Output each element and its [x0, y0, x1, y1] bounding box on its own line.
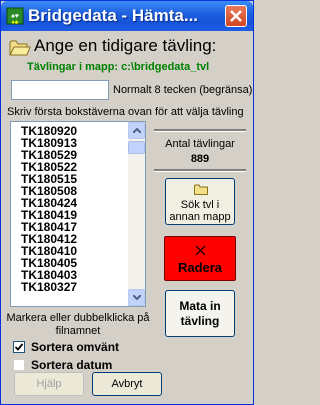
- list-item[interactable]: TK180410: [11, 244, 127, 258]
- list-item[interactable]: TK180920: [11, 124, 127, 138]
- sort-reverse-checkbox[interactable]: [13, 341, 25, 353]
- folder-info: Tävlingar i mapp: c:\bridgedata_tvl: [27, 61, 210, 73]
- list-scrollbar[interactable]: [128, 122, 145, 306]
- instruction-text: Skriv första bokstäverna ovan för att vä…: [7, 106, 244, 118]
- divider: [154, 169, 246, 172]
- delete-button[interactable]: Radera: [164, 236, 236, 281]
- scroll-down-button[interactable]: [128, 289, 145, 306]
- list-item[interactable]: TK180327: [11, 280, 127, 294]
- folder-icon: [194, 182, 208, 200]
- sort-date-label: Sortera datum: [31, 358, 113, 372]
- chevron-up-icon: [133, 128, 141, 133]
- open-folder-icon: [9, 39, 31, 62]
- sort-reverse-label: Sortera omvänt: [31, 340, 120, 354]
- scroll-thumb[interactable]: [128, 141, 145, 154]
- delete-icon: [195, 243, 206, 261]
- competition-list-items: TK180920 TK180913 TK180529 TK180522 TK180515…: [11, 124, 127, 294]
- dialog-window: ♠♥ ♦♣ Bridgedata - Hämta... Ange en tidi…: [0, 0, 254, 405]
- list-item[interactable]: TK180417: [11, 220, 127, 234]
- filter-hint: Normalt 8 tecken (begränsa): [113, 84, 253, 96]
- selection-hint: Markera eller dubbelklicka på filnamnet: [6, 312, 150, 337]
- app-icon: ♠♥ ♦♣: [6, 7, 24, 26]
- scroll-up-button[interactable]: [128, 122, 145, 139]
- title-bar[interactable]: ♠♥ ♦♣ Bridgedata - Hämta...: [1, 1, 253, 31]
- checkmark-icon: [14, 343, 24, 351]
- heading: Ange en tidigare tävling:: [34, 36, 217, 55]
- list-item[interactable]: TK180529: [11, 148, 127, 162]
- competition-list[interactable]: TK180920 TK180913 TK180529 TK180522 TK180515…: [10, 121, 146, 307]
- chevron-down-icon: [133, 295, 141, 300]
- enter-competition-button[interactable]: Mata in tävling: [165, 290, 235, 337]
- cancel-button[interactable]: Avbryt: [92, 372, 162, 396]
- count-value: 889: [190, 153, 210, 165]
- svg-text:♦♣: ♦♣: [12, 20, 19, 25]
- svg-text:♠♥: ♠♥: [11, 13, 19, 20]
- filter-input[interactable]: [11, 80, 109, 100]
- list-item[interactable]: TK180515: [11, 172, 127, 186]
- list-item[interactable]: TK180508: [11, 184, 127, 198]
- search-other-folder-label: Sök tvl i annan mapp: [169, 199, 231, 223]
- close-icon: [230, 10, 242, 22]
- list-item[interactable]: TK180522: [11, 160, 127, 174]
- divider: [154, 129, 246, 132]
- close-button[interactable]: [225, 5, 247, 27]
- help-button[interactable]: Hjälp: [14, 372, 84, 396]
- enter-competition-label: Mata in tävling: [179, 299, 221, 328]
- list-item[interactable]: TK180419: [11, 208, 127, 222]
- list-item[interactable]: TK180424: [11, 196, 127, 210]
- sort-date-checkbox[interactable]: [13, 359, 25, 371]
- window-title: Bridgedata - Hämta...: [28, 6, 199, 25]
- list-item[interactable]: TK180403: [11, 268, 127, 282]
- list-item[interactable]: TK180405: [11, 256, 127, 270]
- list-item[interactable]: TK180412: [11, 232, 127, 246]
- list-item[interactable]: TK180913: [11, 136, 127, 150]
- delete-label: Radera: [177, 260, 223, 275]
- count-label: Antal tävlingar: [165, 138, 235, 150]
- search-other-folder-button[interactable]: Sök tvl i annan mapp: [165, 178, 235, 225]
